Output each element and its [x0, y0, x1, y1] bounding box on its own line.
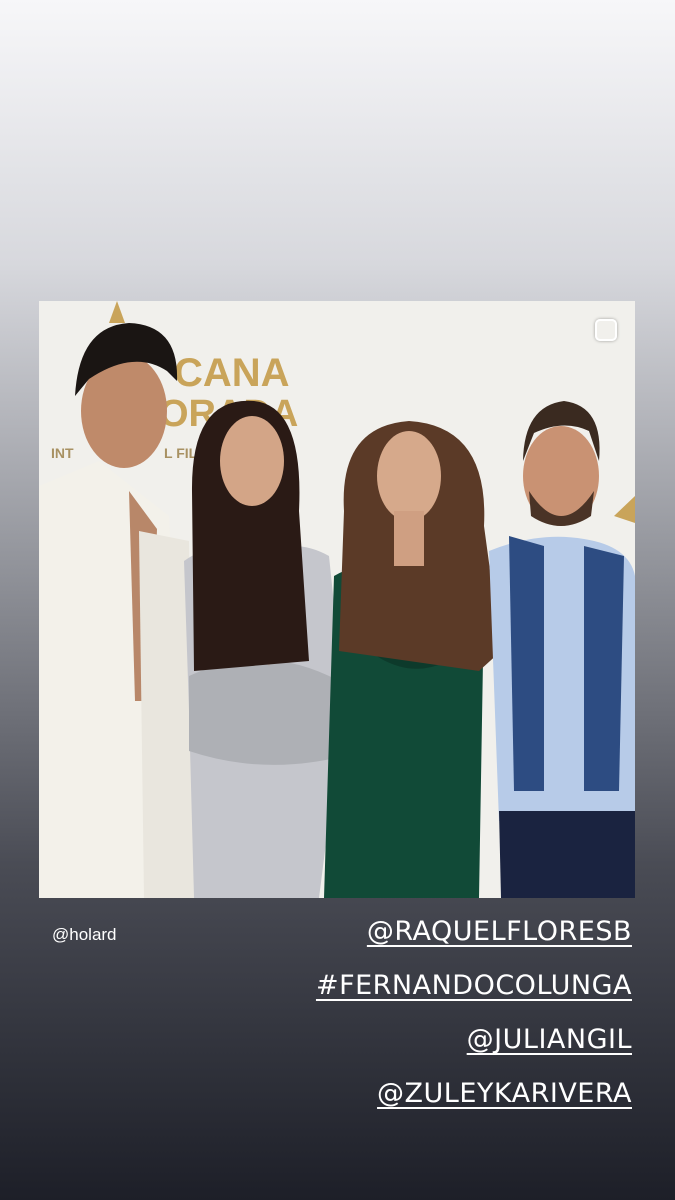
backdrop-logo-line-1: CANA	[174, 351, 290, 395]
backdrop-logo-line-3: INT	[51, 445, 74, 461]
mention-tags: @RAQUELFLORESB #FERNANDOCOLUNGA @JULIANG…	[316, 905, 632, 1121]
story-post-image[interactable]: CANA ORADA INT L FILM	[39, 301, 635, 898]
photo-illustration: CANA ORADA INT L FILM	[39, 301, 635, 898]
mention-tag-raquelfloresb[interactable]: @RAQUELFLORESB	[316, 905, 632, 959]
person-green-dress	[324, 421, 501, 898]
mention-tag-zuleykarivera[interactable]: @ZULEYKARIVERA	[316, 1067, 632, 1121]
story-handle[interactable]: @holard	[52, 925, 117, 945]
hashtag-fernandocolunga[interactable]: #FERNANDOCOLUNGA	[316, 959, 632, 1013]
square-icon[interactable]	[595, 319, 617, 341]
mention-tag-juliangil[interactable]: @JULIANGIL	[316, 1013, 632, 1067]
